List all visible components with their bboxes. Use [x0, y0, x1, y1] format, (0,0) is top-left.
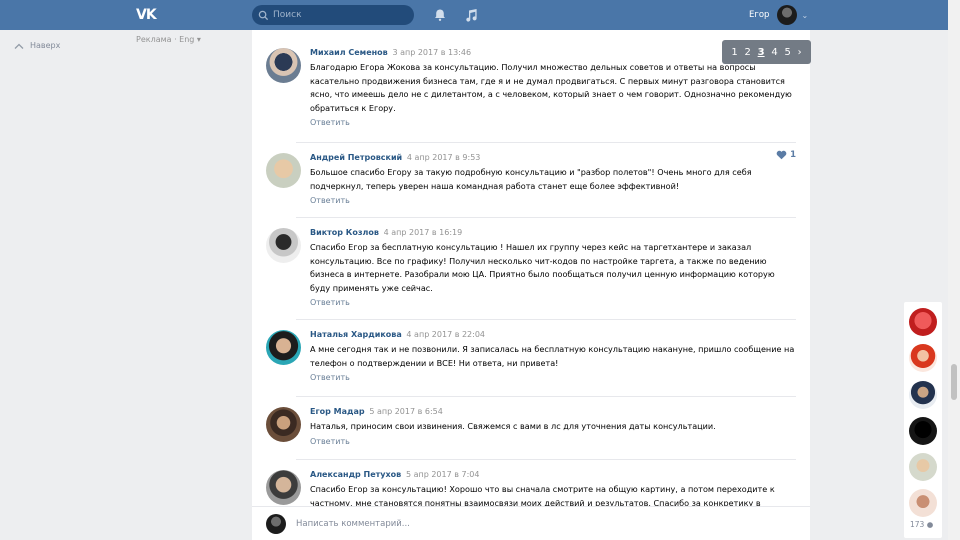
reply-link[interactable]: Ответить: [310, 118, 350, 127]
online-count[interactable]: 173 ●: [910, 520, 933, 529]
commenter-avatar[interactable]: [266, 407, 301, 442]
search-input[interactable]: [273, 10, 413, 20]
comment-divider: [296, 396, 796, 397]
comment-author[interactable]: Александр Петухов: [310, 470, 401, 479]
scrollbar-thumb[interactable]: [951, 364, 957, 400]
comment-author[interactable]: Наталья Хардикова: [310, 330, 402, 339]
vk-logo-icon[interactable]: VK: [136, 7, 160, 23]
friend-avatar[interactable]: [909, 381, 937, 409]
search-icon: [258, 10, 269, 20]
reply-link[interactable]: Ответить: [310, 196, 350, 205]
comment-text: Благодарю Егора Жокова за консультацию. …: [310, 62, 792, 113]
friend-avatar[interactable]: [909, 417, 937, 445]
scroll-up-link[interactable]: Наверх: [14, 41, 60, 50]
friend-avatar[interactable]: [909, 344, 937, 372]
top-header: VK Егор ⌄: [0, 0, 948, 30]
ad-language-link[interactable]: Реклама · Eng ▾: [136, 35, 201, 44]
comment-divider: [296, 319, 796, 320]
comment-author[interactable]: Андрей Петровский: [310, 153, 402, 162]
reply-link[interactable]: Ответить: [310, 437, 350, 446]
comment-divider: [296, 459, 796, 460]
online-friends-panel: 173 ●: [904, 302, 942, 538]
commenter-avatar[interactable]: [266, 470, 301, 505]
comment-text: Большое спасибо Егору за такую подробную…: [310, 167, 752, 191]
music-icon[interactable]: [464, 8, 478, 22]
chevron-down-icon: ⌄: [801, 10, 809, 20]
next-page-icon[interactable]: ›: [798, 47, 802, 58]
comment-text: Спасибо Егор за бесплатную консультацию …: [310, 242, 775, 293]
comment-divider: [296, 217, 796, 218]
scroll-up-label: Наверх: [30, 41, 61, 50]
user-avatar: [266, 514, 286, 534]
comment-author[interactable]: Егор Мадар: [310, 407, 365, 416]
friend-avatar[interactable]: [909, 308, 937, 336]
comment-text: Наталья, приносим свои извинения. Свяжем…: [310, 421, 716, 431]
bell-icon[interactable]: [433, 8, 447, 22]
page-link[interactable]: 1: [731, 47, 737, 58]
reply-link[interactable]: Ответить: [310, 298, 350, 307]
comment-date[interactable]: 4 апр 2017 в 22:04: [406, 330, 485, 339]
comment-text: А мне сегодня так и не позвонили. Я запи…: [310, 344, 795, 368]
comments-pagination: 1 2 3 4 5 ›: [722, 40, 811, 64]
comment-divider: [296, 142, 796, 143]
comment-input[interactable]: [296, 516, 746, 532]
online-count-value: 173: [910, 520, 925, 529]
comment-author[interactable]: Михаил Семенов: [310, 48, 388, 57]
commenter-avatar[interactable]: [266, 228, 301, 263]
friend-avatar[interactable]: [909, 453, 937, 481]
comment-date[interactable]: 4 апр 2017 в 9:53: [407, 153, 481, 162]
commenter-avatar[interactable]: [266, 153, 301, 188]
chevron-up-icon: [14, 43, 24, 49]
page-link-current[interactable]: 3: [758, 47, 765, 58]
page-link[interactable]: 5: [784, 47, 790, 58]
comment-composer: [252, 506, 810, 540]
page-link[interactable]: 4: [771, 47, 777, 58]
user-name: Егор: [749, 10, 770, 20]
comments-card: Михаил Семенов 3 апр 2017 в 13:46 Благод…: [252, 30, 810, 540]
page-scrollbar[interactable]: [948, 0, 960, 540]
comment-date[interactable]: 5 апр 2017 в 7:04: [406, 470, 480, 479]
comment-date[interactable]: 5 апр 2017 в 6:54: [369, 407, 443, 416]
reply-link[interactable]: Ответить: [310, 373, 350, 382]
commenter-avatar[interactable]: [266, 330, 301, 365]
commenter-avatar[interactable]: [266, 48, 301, 83]
comment-date[interactable]: 3 апр 2017 в 13:46: [392, 48, 471, 57]
user-menu[interactable]: Егор ⌄: [749, 5, 808, 25]
search-box[interactable]: [252, 5, 414, 25]
comment-author[interactable]: Виктор Козлов: [310, 228, 379, 237]
page-link[interactable]: 2: [745, 47, 751, 58]
person-icon: ●: [926, 520, 934, 529]
user-avatar: [777, 5, 798, 25]
comment-date[interactable]: 4 апр 2017 в 16:19: [384, 228, 463, 237]
friend-avatar[interactable]: [909, 489, 937, 517]
